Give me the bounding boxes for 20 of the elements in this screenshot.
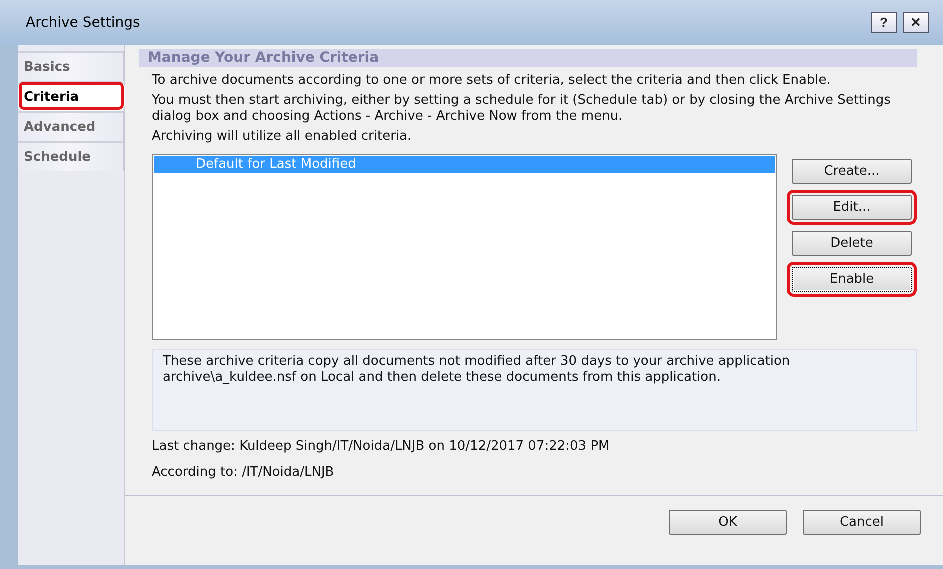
sidebar-tab[interactable]: Advanced [18,111,124,141]
ok-button[interactable]: OK [669,510,787,535]
help-button[interactable]: ? [871,12,897,33]
instruction-text: To archive documents according to one or more sets of criteria, select the criteria and then click Enable. [152,73,832,89]
sidebar-tab[interactable]: Basics [18,51,124,81]
window-title: Archive Settings [26,14,140,30]
last-change-text: Last change: Kuldeep Singh/IT/Noida/LNJB on 10/12/2017 07:22:03 PM [151,439,611,456]
action-button[interactable]: Edit... [792,195,912,220]
according-to-text: According to: /IT/Noida/LNJB [151,465,336,482]
action-button[interactable]: Create... [792,159,912,184]
instruction-text: Archiving will utilize all enabled criteria. [152,129,413,145]
cancel-button[interactable]: Cancel [803,510,921,535]
action-button[interactable]: Enable [792,267,912,292]
description-text: These archive criteria copy all documents not modified after 30 days to your archive application archive\a_kuldee.nsf on Local and then delete these documents from this application. [163,354,790,385]
section-header: Manage Your Archive Criteria [139,49,917,67]
instruction-text: You must then start archiving, either by setting a schedule for it (Schedule tab) or by closing the Archive Settings dialog box and choosing Actions - Archive - Archive Now from the menu. [152,93,892,125]
sidebar-tab[interactable]: Schedule [18,141,124,171]
action-button[interactable]: Delete [792,231,912,256]
close-button[interactable]: ✕ [903,12,929,33]
sidebar-tab[interactable]: Criteria [18,81,125,111]
